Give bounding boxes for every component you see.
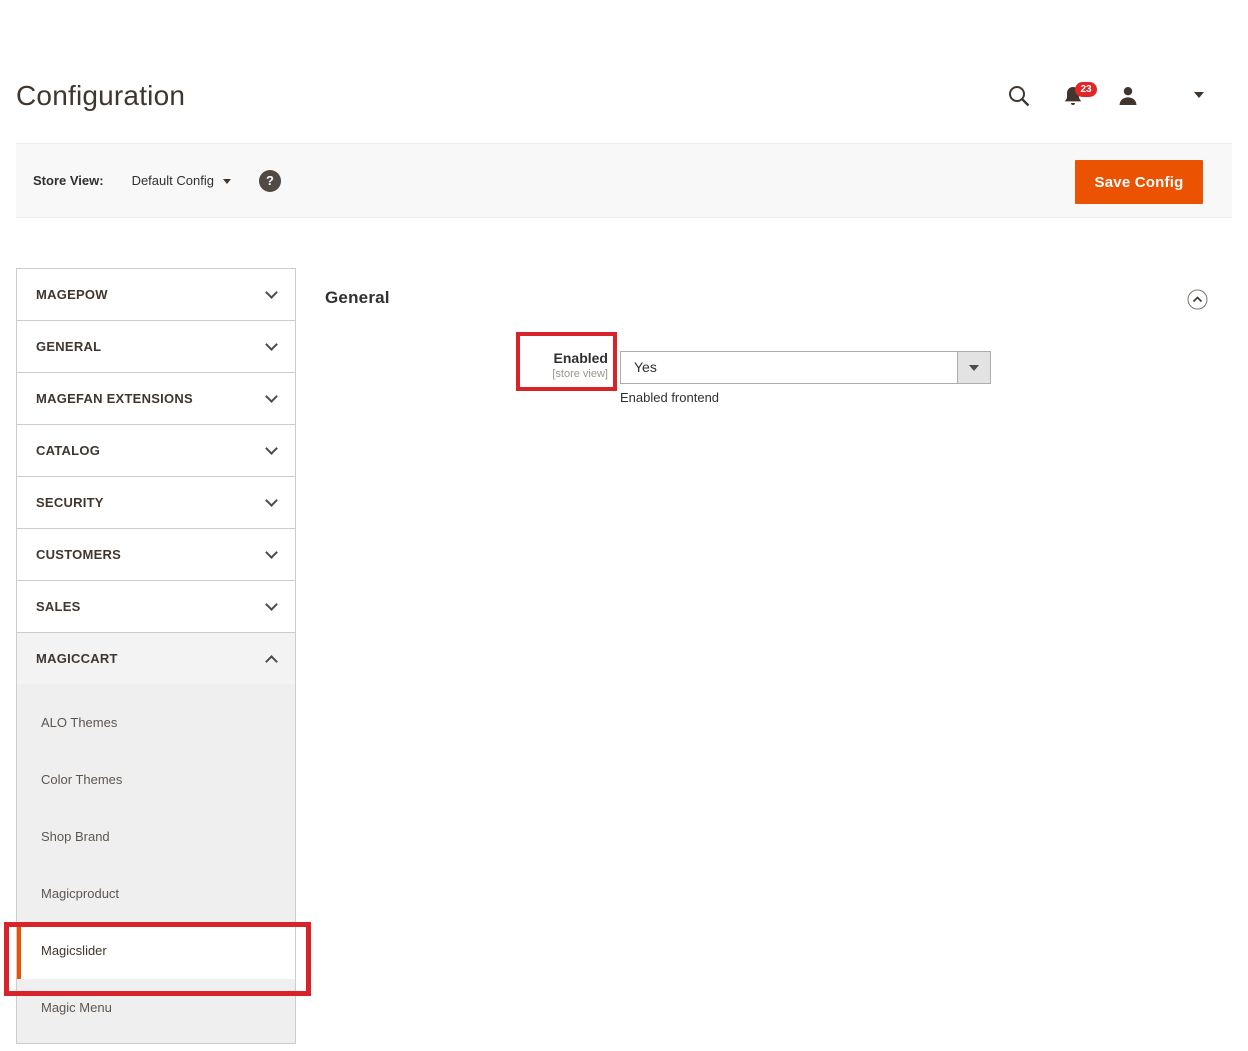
store-view-value: Default Config — [132, 173, 214, 188]
sidebar-section-general[interactable]: GENERAL — [16, 320, 296, 373]
sidebar-section-catalog[interactable]: CATALOG — [16, 424, 296, 477]
store-view-toolbar: Store View: Default Config ? Save Config — [16, 143, 1232, 218]
configuration-page: Configuration 23 Store View: Default Con… — [0, 0, 1248, 1051]
field-label-text: Enabled — [420, 350, 608, 366]
sidebar-item-shop-brand[interactable]: Shop Brand — [17, 808, 295, 865]
notification-count-badge[interactable]: 23 — [1075, 82, 1097, 97]
config-nav-sidebar: MAGEPOW GENERAL MAGEFAN EXTENSIONS CATAL… — [16, 268, 296, 1044]
chevron-down-icon — [265, 286, 278, 299]
save-config-button[interactable]: Save Config — [1075, 160, 1203, 204]
sidebar-item-magicslider[interactable]: Magicslider — [17, 922, 295, 979]
general-section-title: General — [325, 288, 390, 308]
magiccart-subsection-list: ALO Themes Color Themes Shop Brand Magic… — [16, 684, 296, 1044]
section-label: MAGICCART — [36, 651, 118, 666]
section-label: CUSTOMERS — [36, 547, 121, 562]
section-label: GENERAL — [36, 339, 101, 354]
sidebar-item-magic-menu[interactable]: Magic Menu — [17, 979, 295, 1036]
chevron-down-icon — [265, 442, 278, 455]
chevron-up-icon — [265, 655, 278, 668]
sidebar-item-color-themes[interactable]: Color Themes — [17, 751, 295, 808]
page-title: Configuration — [16, 80, 185, 112]
help-icon[interactable]: ? — [259, 170, 281, 192]
sidebar-section-magiccart[interactable]: MAGICCART — [16, 632, 296, 685]
sidebar-section-security[interactable]: SECURITY — [16, 476, 296, 529]
enabled-select[interactable]: Yes — [620, 351, 991, 384]
sidebar-section-sales[interactable]: SALES — [16, 580, 296, 633]
chevron-down-icon — [223, 179, 231, 184]
collapse-section-icon[interactable] — [1187, 289, 1208, 315]
sidebar-section-customers[interactable]: CUSTOMERS — [16, 528, 296, 581]
section-label: SALES — [36, 599, 81, 614]
section-label: SECURITY — [36, 495, 104, 510]
section-label: CATALOG — [36, 443, 100, 458]
chevron-down-icon — [265, 338, 278, 351]
sidebar-item-magicproduct[interactable]: Magicproduct — [17, 865, 295, 922]
search-icon[interactable] — [1007, 84, 1031, 113]
admin-user-icon[interactable] — [1116, 84, 1140, 113]
chevron-down-icon — [265, 598, 278, 611]
admin-menu-caret-icon[interactable] — [1194, 92, 1204, 98]
enabled-field-label: Enabled [store view] — [420, 350, 608, 380]
section-label: MAGEFAN EXTENSIONS — [36, 391, 193, 406]
chevron-down-icon — [265, 494, 278, 507]
sidebar-item-alo-themes[interactable]: ALO Themes — [17, 694, 295, 751]
sidebar-section-magefan-extensions[interactable]: MAGEFAN EXTENSIONS — [16, 372, 296, 425]
section-label: MAGEPOW — [36, 287, 108, 302]
select-dropdown-arrow-icon[interactable] — [957, 352, 990, 383]
enabled-select-value: Yes — [621, 352, 957, 383]
chevron-down-icon — [265, 390, 278, 403]
field-scope-text: [store view] — [420, 368, 608, 380]
sidebar-section-magepow[interactable]: MAGEPOW — [16, 268, 296, 321]
chevron-down-icon — [265, 546, 278, 559]
enabled-field-comment: Enabled frontend — [620, 390, 719, 405]
store-view-switcher[interactable]: Default Config — [132, 173, 231, 188]
store-view-label: Store View: — [33, 173, 104, 188]
